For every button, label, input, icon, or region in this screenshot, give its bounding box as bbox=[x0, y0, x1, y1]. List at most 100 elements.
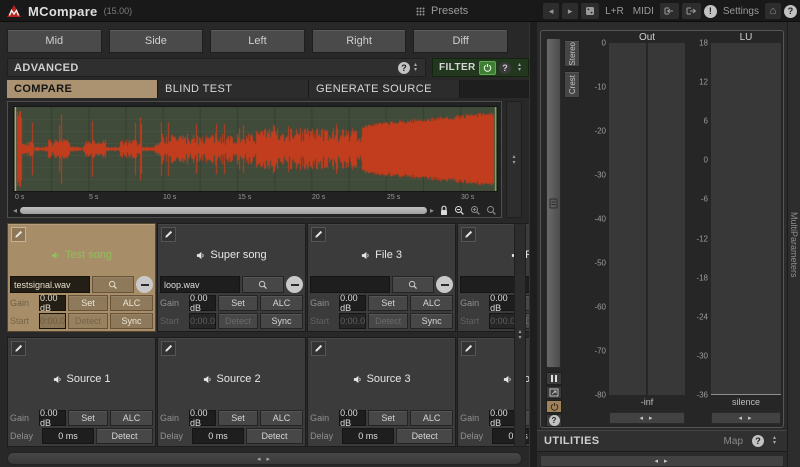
waveform-display[interactable] bbox=[13, 106, 498, 192]
home-button[interactable]: ⌂ bbox=[765, 3, 781, 19]
detect-button[interactable]: Detect bbox=[246, 428, 304, 444]
edit-button[interactable] bbox=[461, 341, 477, 356]
left-bottom-scrollbar[interactable]: ◂ ▸ bbox=[7, 452, 522, 465]
gain-field[interactable]: 0.00 dB bbox=[189, 293, 217, 313]
gain-field[interactable]: 0.00 dB bbox=[489, 293, 517, 313]
section-divider[interactable] bbox=[529, 22, 537, 467]
utilities-stepper[interactable]: ▴ ▾ bbox=[769, 434, 780, 449]
slot-header[interactable]: Test song bbox=[10, 226, 153, 274]
meter-zoom-slider[interactable] bbox=[546, 38, 561, 368]
set-button[interactable]: Set bbox=[218, 410, 259, 426]
right-bottom-scrollbar[interactable]: ◂ ▸ bbox=[540, 455, 784, 467]
slot-header[interactable]: Source 2 bbox=[160, 340, 303, 408]
tab-generate-source[interactable]: GENERATE SOURCE bbox=[309, 80, 460, 98]
detect-button[interactable]: Detect bbox=[68, 313, 109, 329]
delay-field[interactable]: 0 ms bbox=[192, 428, 245, 444]
edit-button[interactable] bbox=[11, 227, 26, 242]
detect-button[interactable]: Detect bbox=[218, 313, 259, 329]
sync-button[interactable]: Sync bbox=[410, 313, 454, 329]
midi-button[interactable]: MIDI bbox=[630, 3, 657, 19]
filter-panel-header[interactable]: FILTER ? ▴ ▾ bbox=[432, 58, 529, 77]
start-field[interactable]: 0:00.0 bbox=[339, 313, 367, 329]
gain-field[interactable]: 0.00 dB bbox=[39, 408, 67, 428]
popout-button[interactable] bbox=[546, 386, 562, 399]
remove-button[interactable] bbox=[136, 276, 154, 293]
alc-button[interactable]: ALC bbox=[410, 410, 454, 426]
zoom-in-button[interactable] bbox=[469, 204, 482, 217]
gain-field[interactable]: 0.00 dB bbox=[339, 408, 367, 428]
slot-header[interactable]: Source 1 bbox=[10, 340, 153, 408]
random-preset-button[interactable] bbox=[581, 3, 600, 19]
source-slot-1[interactable]: Source 1 Gain 0.00 dB Set ALC Delay 0 ms… bbox=[7, 337, 157, 447]
gain-field[interactable]: 0.00 dB bbox=[189, 408, 217, 428]
alc-button[interactable]: ALC bbox=[260, 295, 304, 311]
source-slot-3[interactable]: Source 3 Gain 0.00 dB Set ALC Delay 0 ms… bbox=[307, 337, 457, 447]
titlebar-help-button[interactable]: ? bbox=[784, 4, 797, 18]
filter-power-button[interactable] bbox=[479, 60, 496, 75]
out-meter-bars[interactable] bbox=[609, 43, 685, 395]
lu-meter-range[interactable]: ◂ ▸ bbox=[711, 412, 781, 424]
multiparameters-strip[interactable]: MultiParameters bbox=[787, 22, 800, 467]
file-slot-1[interactable]: Test song testsignal.wav Gain 0.00 dB Se… bbox=[7, 223, 157, 332]
tab-compare[interactable]: COMPARE bbox=[7, 80, 158, 98]
alc-button[interactable]: ALC bbox=[110, 410, 154, 426]
gain-field[interactable]: 0.00 dB bbox=[339, 293, 367, 313]
set-button[interactable]: Set bbox=[68, 295, 109, 311]
alc-button[interactable]: ALC bbox=[410, 295, 454, 311]
browse-button[interactable] bbox=[92, 276, 135, 293]
browse-button[interactable] bbox=[242, 276, 285, 293]
alert-button[interactable]: ! bbox=[703, 4, 717, 18]
set-button[interactable]: Set bbox=[368, 410, 409, 426]
file-name-field[interactable]: loop.wav bbox=[160, 276, 241, 293]
slot-header[interactable]: Source 3 bbox=[310, 340, 453, 408]
source-slot-2[interactable]: Source 2 Gain 0.00 dB Set ALC Delay 0 ms… bbox=[157, 337, 307, 447]
map-button[interactable]: Map bbox=[720, 436, 747, 447]
alc-button[interactable]: ALC bbox=[260, 410, 304, 426]
filter-stepper[interactable]: ▴ ▾ bbox=[514, 60, 525, 75]
start-field[interactable]: 0:00.0 bbox=[189, 313, 217, 329]
file-slot-2[interactable]: Super song loop.wav Gain 0.00 dB Set ALC bbox=[157, 223, 307, 332]
zoom-out-button[interactable] bbox=[453, 204, 466, 217]
edit-button[interactable] bbox=[161, 341, 177, 356]
start-field[interactable]: 0:00.0 bbox=[489, 313, 517, 329]
export-button[interactable] bbox=[681, 3, 701, 19]
detect-button[interactable]: Detect bbox=[396, 428, 454, 444]
detect-button[interactable]: Detect bbox=[96, 428, 154, 444]
channel-button-side[interactable]: Side bbox=[108, 29, 204, 53]
channel-button-mid[interactable]: Mid bbox=[7, 29, 102, 53]
settings-button[interactable]: Settings bbox=[720, 3, 762, 19]
detect-button[interactable]: Detect bbox=[368, 313, 409, 329]
browse-button[interactable] bbox=[392, 276, 435, 293]
waveform-height-stepper[interactable]: ▴ ▾ bbox=[506, 101, 522, 218]
lock-button[interactable] bbox=[437, 204, 450, 217]
lu-meter-bar[interactable] bbox=[711, 43, 781, 395]
alc-button[interactable]: ALC bbox=[110, 295, 154, 311]
slots-height-stepper[interactable]: ▴ ▾ bbox=[514, 223, 526, 447]
sync-button[interactable]: Sync bbox=[110, 313, 154, 329]
file-name-field[interactable]: testsignal.wav bbox=[10, 276, 91, 293]
edit-button[interactable] bbox=[311, 227, 327, 242]
presets-button[interactable]: Presets bbox=[408, 2, 476, 20]
file-name-field[interactable] bbox=[310, 276, 391, 293]
set-button[interactable]: Set bbox=[368, 295, 409, 311]
tab-blind-test[interactable]: BLIND TEST bbox=[158, 80, 309, 98]
crest-mode-button[interactable]: Crest bbox=[564, 71, 580, 98]
file-slot-3[interactable]: File 3 Gain 0.00 dB Set ALC Start 0:00.0… bbox=[307, 223, 457, 332]
edit-button[interactable] bbox=[11, 341, 26, 356]
start-field[interactable]: 0:00.0 bbox=[39, 313, 67, 329]
waveform-scrollbar[interactable] bbox=[20, 207, 427, 214]
gain-field[interactable]: 0.00 dB bbox=[489, 408, 517, 428]
meter-power-button[interactable] bbox=[546, 400, 562, 413]
scroll-left-arrow[interactable]: ◂ bbox=[13, 204, 17, 217]
previous-preset-button[interactable]: ◂ bbox=[543, 3, 560, 19]
edit-button[interactable] bbox=[311, 341, 327, 356]
delay-field[interactable]: 0 ms bbox=[42, 428, 94, 444]
pause-button[interactable] bbox=[546, 372, 562, 385]
edit-button[interactable] bbox=[161, 227, 177, 242]
slot-header[interactable]: Super song bbox=[160, 226, 303, 274]
edit-button[interactable] bbox=[461, 227, 477, 242]
stereo-mode-button[interactable]: Stereo bbox=[564, 40, 580, 67]
waveform-canvas[interactable] bbox=[14, 107, 497, 191]
sync-button[interactable]: Sync bbox=[260, 313, 304, 329]
set-button[interactable]: Set bbox=[68, 410, 109, 426]
